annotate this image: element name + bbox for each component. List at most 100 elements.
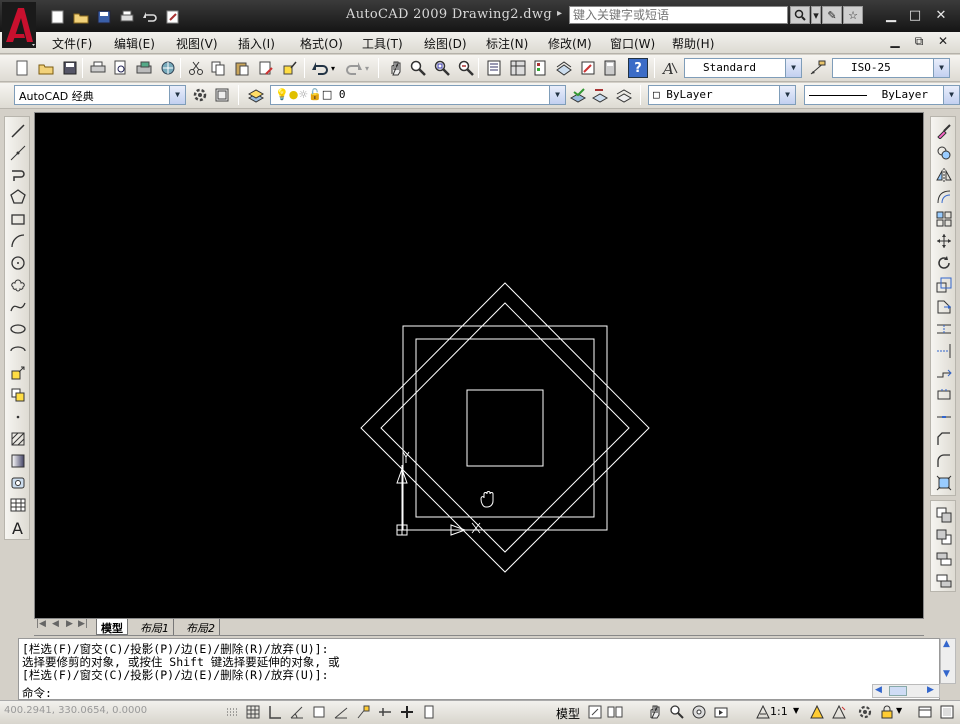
quickcalc-icon[interactable]: [600, 58, 620, 78]
offset-icon[interactable]: [933, 187, 955, 207]
grid-display-icon[interactable]: [244, 703, 262, 721]
toolbar-lock-icon[interactable]: [878, 703, 896, 721]
match-properties-icon[interactable]: [256, 58, 276, 78]
point-icon[interactable]: [7, 407, 29, 427]
menu-window[interactable]: 窗口(W): [610, 35, 672, 52]
copy-icon[interactable]: [208, 58, 228, 78]
undo-dropdown-icon[interactable]: ▾: [328, 58, 338, 78]
menu-tools[interactable]: 工具(T): [362, 35, 424, 52]
lineweight-icon[interactable]: [398, 703, 416, 721]
tab-scroll-last-icon[interactable]: ▶|: [78, 619, 88, 629]
circle-icon[interactable]: [7, 253, 29, 273]
table-icon[interactable]: [7, 495, 29, 515]
tab-model[interactable]: 模型: [96, 619, 128, 635]
send-to-back-icon[interactable]: [933, 527, 955, 547]
3d-dwf-icon[interactable]: [158, 58, 178, 78]
scroll-thumb[interactable]: [889, 686, 907, 696]
auto-scale-icon[interactable]: [830, 703, 848, 721]
sheet-set-manager-icon[interactable]: [554, 58, 574, 78]
object-snap-tracking-icon[interactable]: [332, 703, 350, 721]
tab-scroll-next-icon[interactable]: ▶: [66, 619, 73, 629]
chevron-down-icon[interactable]: ▾: [811, 6, 821, 24]
polar-tracking-icon[interactable]: [288, 703, 306, 721]
model-space-toggle[interactable]: 模型: [556, 705, 580, 722]
zoom-status-icon[interactable]: [668, 703, 686, 721]
trim-icon[interactable]: [933, 319, 955, 339]
annotation-visibility-icon[interactable]: [808, 703, 826, 721]
maximize-button[interactable]: □: [906, 8, 924, 24]
layer-previous-icon[interactable]: [590, 85, 610, 105]
cut-icon[interactable]: [186, 58, 206, 78]
menu-file[interactable]: 文件(F): [52, 35, 114, 52]
menu-view[interactable]: 视图(V): [176, 35, 238, 52]
drawing-canvas[interactable]: [35, 113, 923, 619]
menu-modify[interactable]: 修改(M): [548, 35, 610, 52]
application-menu-button[interactable]: [2, 2, 38, 50]
plot-icon[interactable]: [88, 58, 108, 78]
drawing-area[interactable]: [34, 112, 924, 636]
dimension-style-icon[interactable]: [808, 58, 828, 78]
polygon-icon[interactable]: [7, 187, 29, 207]
text-style-select[interactable]: Standard ▼: [684, 58, 802, 78]
pan-status-icon[interactable]: [646, 703, 664, 721]
help-icon[interactable]: ?: [628, 58, 648, 78]
search-input[interactable]: [569, 6, 788, 24]
break-icon[interactable]: [933, 385, 955, 405]
make-block-icon[interactable]: [7, 385, 29, 405]
multiline-text-icon[interactable]: A: [7, 517, 29, 537]
layer-properties-manager-icon[interactable]: [246, 85, 266, 105]
pan-realtime-icon[interactable]: [386, 58, 406, 78]
status-tray-settings-icon[interactable]: [916, 703, 934, 721]
menu-dimension[interactable]: 标注(N): [486, 35, 548, 52]
bring-to-front-icon[interactable]: [933, 505, 955, 525]
block-editor-icon[interactable]: [280, 58, 300, 78]
scale-icon[interactable]: [933, 275, 955, 295]
print-icon[interactable]: [117, 8, 137, 26]
markup-set-manager-icon[interactable]: [578, 58, 598, 78]
scroll-down-icon[interactable]: ▼: [943, 669, 950, 679]
minimize-button[interactable]: ▁: [882, 8, 900, 24]
open-file-icon[interactable]: [71, 8, 91, 26]
object-snap-icon[interactable]: [310, 703, 328, 721]
layout-model-icon[interactable]: [586, 703, 604, 721]
tab-scroll-prev-icon[interactable]: ◀: [52, 619, 59, 629]
arc-icon[interactable]: [7, 231, 29, 251]
region-icon[interactable]: [7, 473, 29, 493]
steering-wheel-icon[interactable]: [690, 703, 708, 721]
dimension-style-select[interactable]: ISO-25 ▼: [832, 58, 950, 78]
quick-properties-icon[interactable]: [420, 703, 438, 721]
undo-icon[interactable]: [310, 58, 330, 78]
mirror-icon[interactable]: [933, 165, 955, 185]
menu-edit[interactable]: 编辑(E): [114, 35, 176, 52]
dynamic-ucs-icon[interactable]: [354, 703, 372, 721]
text-style-icon[interactable]: A: [660, 58, 680, 78]
save-icon[interactable]: [60, 58, 80, 78]
qnew-icon[interactable]: [12, 58, 32, 78]
break-at-point-icon[interactable]: [933, 363, 955, 383]
menu-help[interactable]: 帮助(H): [672, 35, 734, 52]
rectangle-icon[interactable]: [7, 209, 29, 229]
edit-icon[interactable]: [163, 8, 183, 26]
design-center-icon[interactable]: [508, 58, 528, 78]
center-square[interactable]: [466, 389, 544, 467]
fillet-icon[interactable]: [933, 451, 955, 471]
extend-icon[interactable]: [933, 341, 955, 361]
copy-object-icon[interactable]: [933, 143, 955, 163]
workspace-settings-icon[interactable]: [190, 85, 210, 105]
command-hscrollbar[interactable]: ◀ ▶: [872, 684, 940, 698]
snap-mode-icon[interactable]: [224, 703, 242, 721]
drawing-close-button[interactable]: ✕: [934, 34, 952, 50]
workspace-select[interactable]: AutoCAD 经典 ▼: [14, 85, 186, 105]
bring-above-icon[interactable]: [933, 549, 955, 569]
menu-insert[interactable]: 插入(I): [238, 35, 300, 52]
line-icon[interactable]: [7, 121, 29, 141]
undo-icon[interactable]: [140, 8, 160, 26]
move-icon[interactable]: [933, 231, 955, 251]
search-icon[interactable]: [790, 6, 810, 24]
info-center-arrow-icon[interactable]: ▸: [557, 8, 562, 19]
scroll-right-icon[interactable]: ▶: [927, 685, 934, 695]
tab-layout2[interactable]: 布局2: [182, 619, 220, 635]
rotate-icon[interactable]: [933, 253, 955, 273]
spline-icon[interactable]: [7, 297, 29, 317]
polyline-icon[interactable]: [7, 165, 29, 185]
